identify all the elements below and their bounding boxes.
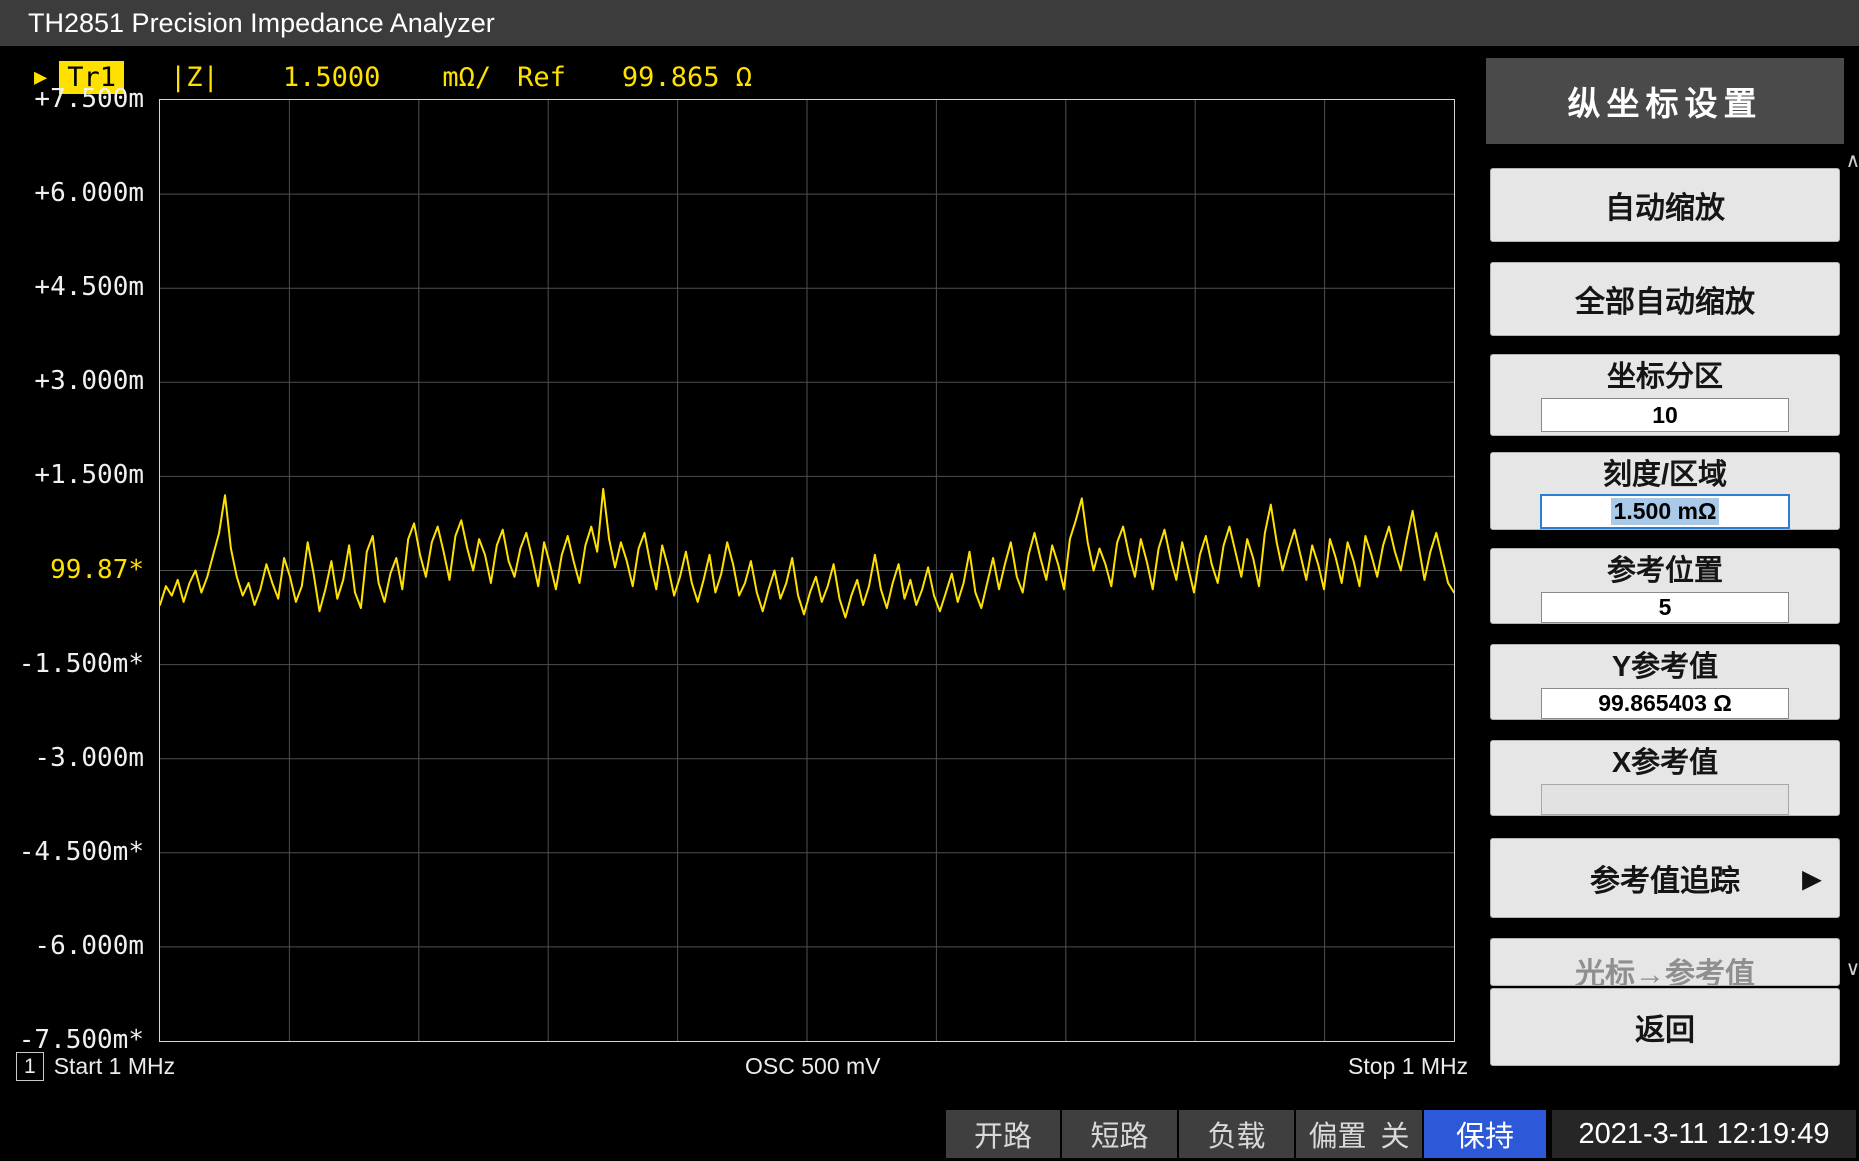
bias-label: 偏置 xyxy=(1308,1113,1366,1155)
status-bar: 开路 短路 负载 偏置 关 保持 2021-3-11 12:19:49 xyxy=(0,1108,1859,1161)
submenu-arrow-icon: ▶ xyxy=(1803,865,1821,894)
auto-scale-all-button[interactable]: 全部自动缩放 xyxy=(1490,262,1840,336)
axis-divisions-label: 坐标分区 xyxy=(1607,358,1723,396)
x-axis-start: 1 Start 1 MHz xyxy=(16,1050,175,1082)
y-axis-label: +1.500m xyxy=(0,459,144,491)
y-axis-label: -6.000m xyxy=(0,930,144,962)
y-axis-label: +4.500m xyxy=(0,271,144,303)
load-button[interactable]: 负载 xyxy=(1179,1110,1294,1158)
reference-tracking-button[interactable]: 参考值追踪 ▶ xyxy=(1490,838,1840,918)
datetime-display: 2021-3-11 12:19:49 xyxy=(1552,1110,1856,1158)
y-axis-label: +6.000m xyxy=(0,177,144,209)
axis-divisions-control[interactable]: 坐标分区 10 xyxy=(1490,354,1840,436)
y-axis-label: -4.500m* xyxy=(0,836,144,868)
open-circuit-button[interactable]: 开路 xyxy=(946,1110,1060,1158)
y-axis-label: +7.500m xyxy=(0,83,144,115)
trace-scale-value: 1.5000 xyxy=(283,62,381,93)
trace-scale-unit: mΩ/ xyxy=(442,62,491,93)
side-panel-title: 纵坐标设置 xyxy=(1486,58,1844,144)
y-axis-labels: +7.500m+6.000m+4.500m+3.000m+1.500m99.87… xyxy=(0,99,152,1040)
scroll-down-icon[interactable]: ∨ xyxy=(1845,956,1859,981)
trace-ref-value: 99.865 Ω xyxy=(622,62,752,93)
auto-scale-button[interactable]: 自动缩放 xyxy=(1490,168,1840,242)
selected-text: 1.500 mΩ xyxy=(1611,498,1720,525)
trace-ref-label: Ref xyxy=(517,62,566,93)
x-reference-value-control[interactable]: X参考值 xyxy=(1490,740,1840,816)
reference-position-label: 参考位置 xyxy=(1607,552,1723,590)
reference-position-control[interactable]: 参考位置 5 xyxy=(1490,548,1840,624)
y-axis-label: -1.500m* xyxy=(0,648,144,680)
reference-tracking-label: 参考值追踪 xyxy=(1590,856,1740,900)
x-reference-value-label: X参考值 xyxy=(1612,744,1718,782)
scroll-up-icon[interactable]: ∧ xyxy=(1845,148,1859,173)
window-title: TH2851 Precision Impedance Analyzer xyxy=(0,0,1859,46)
y-axis-label: +3.000m xyxy=(0,365,144,397)
trace-plot-area xyxy=(159,99,1455,1042)
y-axis-label: -3.000m xyxy=(0,742,144,774)
start-frequency-label: Start 1 MHz xyxy=(54,1053,175,1079)
back-button[interactable]: 返回 xyxy=(1490,988,1840,1066)
trace-parameter: |Z| xyxy=(170,62,219,93)
instrument-screen: TH2851 Precision Impedance Analyzer ▶ Tr… xyxy=(0,0,1859,1161)
scale-per-division-label: 刻度/区域 xyxy=(1603,456,1727,494)
y-reference-value-input[interactable]: 99.865403 Ω xyxy=(1541,688,1789,719)
y-reference-value-control[interactable]: Y参考值 99.865403 Ω xyxy=(1490,644,1840,720)
x-axis-stop: Stop 1 MHz xyxy=(1348,1050,1468,1082)
channel-indicator: 1 xyxy=(16,1052,44,1081)
osc-level-label: OSC 500 mV xyxy=(745,1050,881,1082)
x-reference-value-input[interactable] xyxy=(1541,784,1789,815)
trace-plot-svg xyxy=(160,100,1454,1041)
bias-state: 关 xyxy=(1381,1113,1410,1155)
y-axis-reference-label: 99.87* xyxy=(0,554,144,586)
y-reference-value-label: Y参考值 xyxy=(1612,648,1718,686)
axis-divisions-input[interactable]: 10 xyxy=(1541,398,1789,432)
bias-toggle-button[interactable]: 偏置 关 xyxy=(1296,1110,1422,1158)
hold-button[interactable]: 保持 xyxy=(1424,1110,1546,1158)
short-circuit-button[interactable]: 短路 xyxy=(1062,1110,1177,1158)
scale-per-division-input[interactable]: 1.500 mΩ xyxy=(1540,494,1790,529)
scale-per-division-control[interactable]: 刻度/区域 1.500 mΩ xyxy=(1490,452,1840,530)
reference-position-input[interactable]: 5 xyxy=(1541,592,1789,623)
cursor-to-reference-button[interactable]: 光标→参考值 xyxy=(1490,938,1840,986)
